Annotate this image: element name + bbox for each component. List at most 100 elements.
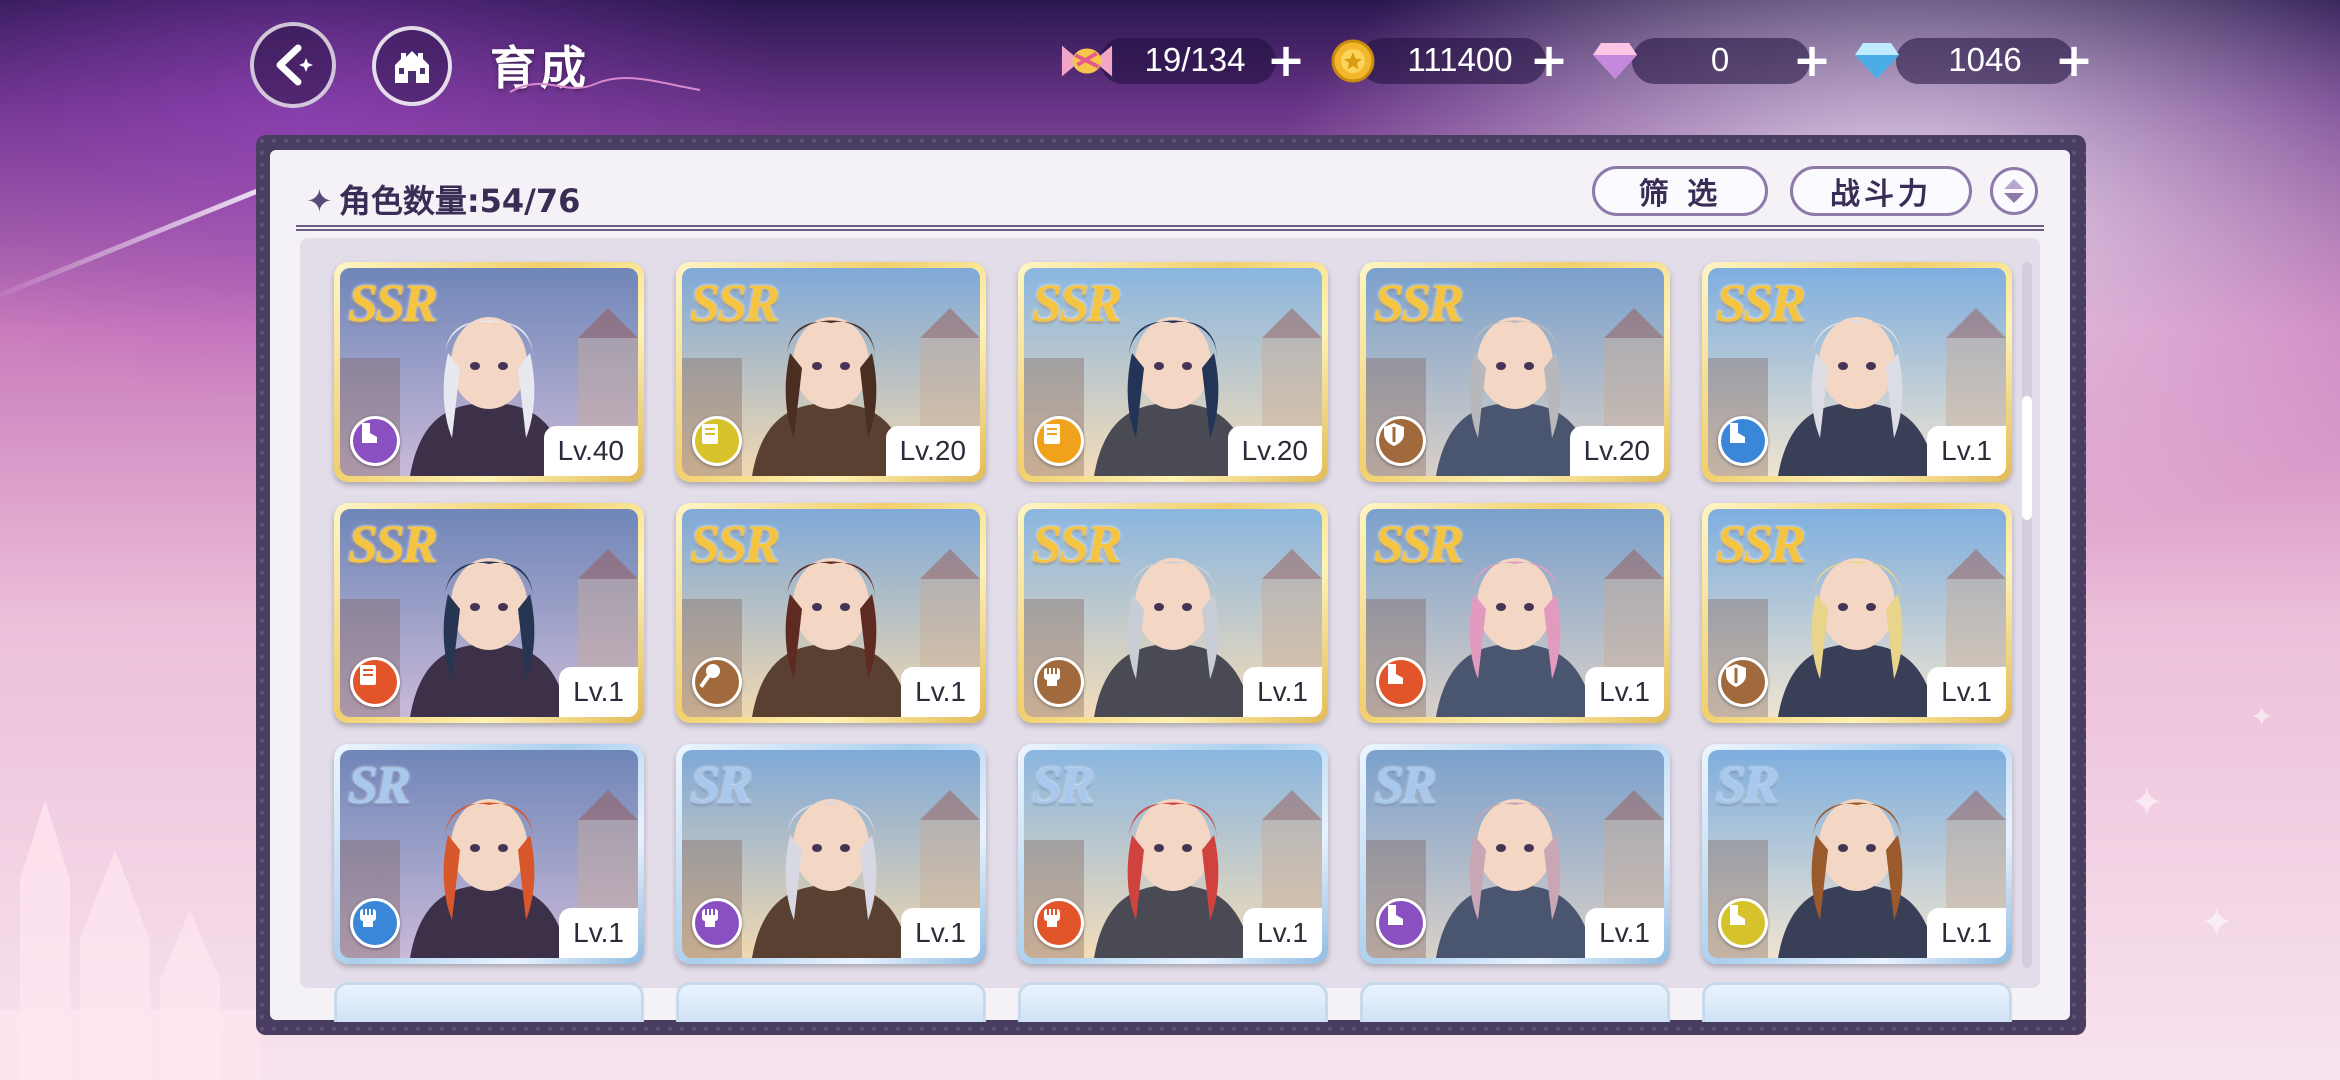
back-arrow-icon xyxy=(276,44,313,86)
scrollbar-thumb[interactable] xyxy=(2022,396,2032,520)
gold-value: 111400 xyxy=(1407,41,1513,78)
add-candy-button[interactable]: + xyxy=(1266,37,1306,83)
rarity-label: SSR xyxy=(690,273,780,333)
level-label: Lv.1 xyxy=(1243,908,1322,958)
character-count: ✦ 角色数量:54/76 xyxy=(306,176,580,222)
mace-icon xyxy=(699,664,720,688)
rarity-label: SR xyxy=(1032,755,1095,815)
class-badge xyxy=(1376,657,1426,707)
character-card[interactable]: SSR Lv.1 xyxy=(1360,503,1670,723)
level-label: Lv.1 xyxy=(1927,426,2006,476)
card-art: SSR Lv.1 xyxy=(340,509,638,717)
class-badge xyxy=(1034,416,1084,466)
class-badge xyxy=(1034,657,1084,707)
book-icon xyxy=(1044,424,1060,444)
rarity-label: SR xyxy=(690,755,753,815)
rarity-label: SR xyxy=(1716,755,1779,815)
character-card[interactable]: SR Lv.1 xyxy=(1702,744,2012,964)
top-bar: 育成 19/134 + 111400 + 0 + 1046 + xyxy=(0,0,2340,125)
boot-icon xyxy=(1730,905,1745,925)
level-label: Lv.1 xyxy=(1927,667,2006,717)
character-card[interactable]: SR Lv.1 xyxy=(1018,744,1328,964)
level-label: Lv.1 xyxy=(1585,908,1664,958)
fist-icon xyxy=(360,909,376,927)
sort-by-power-button[interactable]: 战斗力 xyxy=(1790,166,1972,216)
character-card[interactable]: SSR Lv.1 xyxy=(676,503,986,723)
class-badge xyxy=(692,416,742,466)
candy-icon xyxy=(1060,34,1114,88)
character-card[interactable]: SSR Lv.1 xyxy=(1702,262,2012,482)
rarity-label: SSR xyxy=(690,514,780,574)
character-card[interactable]: SR Lv.1 xyxy=(334,744,644,964)
add-pink-gem-button[interactable]: + xyxy=(1792,37,1832,83)
level-label: Lv.20 xyxy=(885,426,980,476)
star-icon: ✦ xyxy=(306,182,333,220)
boot-icon xyxy=(362,423,377,443)
sort-order-button[interactable] xyxy=(1990,167,2038,215)
filter-button[interactable]: 筛 选 xyxy=(1592,166,1768,216)
card-art: SSR Lv.1 xyxy=(1708,509,2006,717)
card-art: SR Lv.1 xyxy=(682,750,980,958)
card-art: SSR Lv.1 xyxy=(1708,268,2006,476)
shield-icon xyxy=(1384,423,1404,446)
class-badge xyxy=(1376,898,1426,948)
gold-coin-icon xyxy=(1326,34,1380,88)
candy-value: 19/134 xyxy=(1144,41,1246,78)
pink-gem-value: 0 xyxy=(1710,41,1730,78)
card-art: SSR Lv.20 xyxy=(1024,268,1322,476)
fist-icon xyxy=(1044,668,1060,686)
character-count-text: 角色数量:54/76 xyxy=(338,182,581,220)
level-label: Lv.1 xyxy=(1927,908,2006,958)
book-icon xyxy=(702,424,718,444)
title-flourish xyxy=(509,77,701,93)
fist-icon xyxy=(1044,909,1060,927)
card-art: SR Lv.1 xyxy=(340,750,638,958)
scrollbar-track[interactable] xyxy=(2022,262,2032,968)
character-card[interactable]: SSR Lv.40 xyxy=(334,262,644,482)
back-button[interactable] xyxy=(250,22,336,108)
home-button[interactable] xyxy=(372,26,452,106)
character-card[interactable]: SSR Lv.1 xyxy=(334,503,644,723)
next-row-card[interactable] xyxy=(676,982,986,1022)
castle-silhouette xyxy=(0,800,260,1080)
class-badge xyxy=(1034,898,1084,948)
rarity-label: SR xyxy=(1374,755,1437,815)
rarity-label: SR xyxy=(348,755,411,815)
card-art: SSR Lv.20 xyxy=(1366,268,1664,476)
boot-icon xyxy=(1388,664,1403,684)
rarity-label: SSR xyxy=(1032,514,1122,574)
card-art: SR Lv.1 xyxy=(1708,750,2006,958)
class-badge xyxy=(1376,416,1426,466)
character-card[interactable]: SSR Lv.20 xyxy=(1360,262,1670,482)
card-art: SR Lv.1 xyxy=(1366,750,1664,958)
next-row-card[interactable] xyxy=(1360,982,1670,1022)
character-card[interactable]: SSR Lv.20 xyxy=(676,262,986,482)
add-gold-button[interactable]: + xyxy=(1529,37,1569,83)
character-card[interactable]: SR Lv.1 xyxy=(1360,744,1670,964)
add-blue-gem-button[interactable]: + xyxy=(2054,37,2094,83)
rarity-label: SSR xyxy=(1032,273,1122,333)
next-row-card[interactable] xyxy=(334,982,644,1022)
sparkle-icon: ✦ xyxy=(2200,900,2234,946)
character-card[interactable]: SSR Lv.1 xyxy=(1702,503,2012,723)
level-label: Lv.1 xyxy=(1243,667,1322,717)
boot-icon xyxy=(1388,905,1403,925)
level-label: Lv.1 xyxy=(901,908,980,958)
character-card[interactable]: SR Lv.1 xyxy=(676,744,986,964)
header-divider xyxy=(296,225,2044,231)
character-card[interactable]: SSR Lv.20 xyxy=(1018,262,1328,482)
class-badge xyxy=(1718,416,1768,466)
next-row-card[interactable] xyxy=(1018,982,1328,1022)
rarity-label: SSR xyxy=(348,273,438,333)
class-badge xyxy=(1718,657,1768,707)
character-card[interactable]: SSR Lv.1 xyxy=(1018,503,1328,723)
fist-icon xyxy=(702,909,718,927)
rarity-label: SSR xyxy=(1716,514,1806,574)
boot-icon xyxy=(1730,423,1745,443)
class-badge xyxy=(692,657,742,707)
next-row-card[interactable] xyxy=(1702,982,2012,1022)
shield-icon xyxy=(1726,664,1746,687)
level-label: Lv.1 xyxy=(901,667,980,717)
blue-gem-value: 1046 xyxy=(1948,41,2022,78)
rarity-label: SSR xyxy=(1716,273,1806,333)
